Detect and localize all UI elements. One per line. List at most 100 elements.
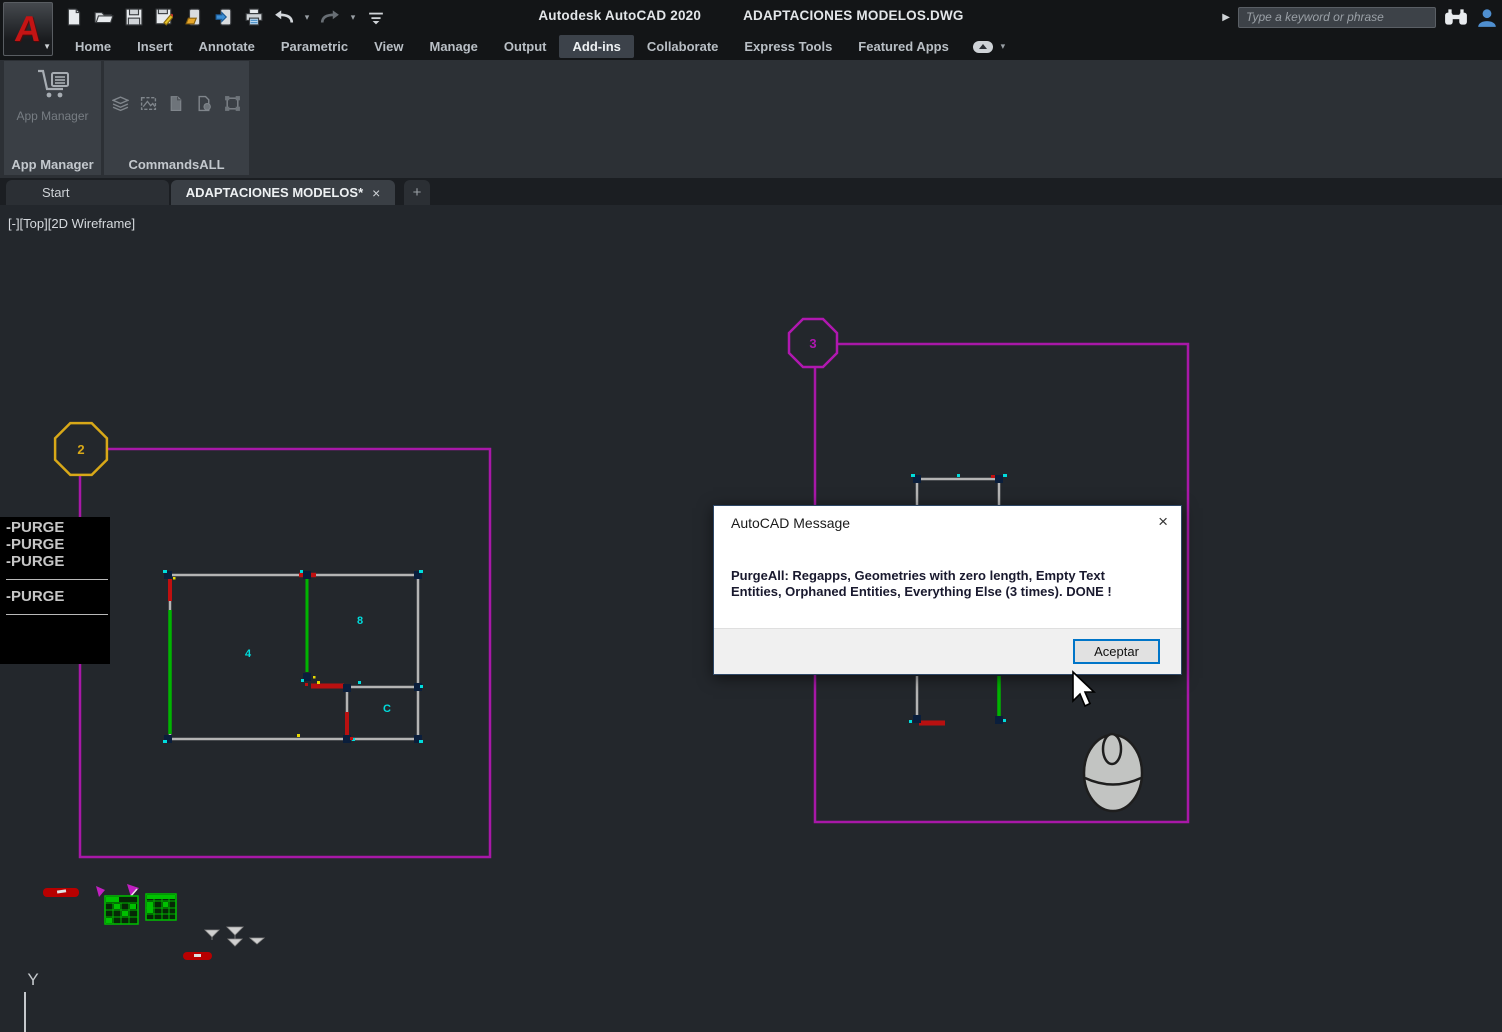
file-tab-bar: Start ADAPTACIONES MODELOS* × + <box>0 178 1502 205</box>
file-tab-start-label: Start <box>42 185 70 200</box>
redo-button[interactable] <box>318 5 342 29</box>
block-symbols-cluster[interactable] <box>43 884 266 960</box>
tab-express-tools[interactable]: Express Tools <box>731 35 845 58</box>
app-title: Autodesk AutoCAD 2020 <box>538 7 702 23</box>
app-store-cart-icon <box>37 69 69 98</box>
save-as-button[interactable] <box>152 5 176 29</box>
room-label-b: 8 <box>357 615 363 627</box>
tab-manage[interactable]: Manage <box>416 35 490 58</box>
autocad-logo-icon: A <box>12 8 44 49</box>
new-file-icon <box>67 8 81 26</box>
file-tab-start[interactable]: Start <box>6 180 169 205</box>
open-folder-icon <box>94 12 114 24</box>
dialog-message: PurgeAll: Regapps, Geometries with zero … <box>731 568 1112 599</box>
ribbon-state-caret-icon[interactable]: ▾ <box>998 41 1008 52</box>
new-drawing-tab-button[interactable]: + <box>404 180 430 205</box>
undo-caret-icon[interactable]: ▾ <box>302 12 312 23</box>
redo-icon <box>320 10 339 23</box>
dialog-title-text: AutoCAD Message <box>731 514 851 531</box>
tab-view[interactable]: View <box>361 35 416 58</box>
command-line-entry: -PURGE <box>6 588 65 605</box>
zone-3-number: 3 <box>809 336 816 351</box>
document-title: ADAPTACIONES MODELOS.DWG <box>743 7 964 23</box>
search-input[interactable] <box>1238 6 1436 28</box>
floor-plan-left[interactable]: 4 8 C <box>163 570 423 743</box>
mobile-save-icon <box>215 8 232 26</box>
sign-in-user-icon[interactable] <box>1476 7 1498 27</box>
command-line-entry: -PURGE <box>6 553 65 570</box>
zone-octagon-2[interactable]: 2 <box>53 421 109 477</box>
tab-add-ins[interactable]: Add-ins <box>559 35 634 58</box>
ribbon-state-icon <box>972 40 993 53</box>
viewport-controls[interactable]: [-][Top][2D Wireframe] <box>8 216 135 231</box>
save-as-icon <box>155 8 173 26</box>
tab-insert[interactable]: Insert <box>124 35 185 58</box>
save-to-mobile-button[interactable] <box>212 5 236 29</box>
tab-featured-apps[interactable]: Featured Apps <box>845 35 962 58</box>
file-tab-active-document[interactable]: ADAPTACIONES MODELOS* × <box>171 180 395 205</box>
mouse-cursor <box>1070 670 1100 717</box>
title-bar: A ▼ ▾ ▾ Autodesk AutoCAD 2020 ADAPTACION… <box>0 0 1502 60</box>
app-manager-button-label: App Manager <box>16 109 89 123</box>
tab-collaborate[interactable]: Collaborate <box>634 35 732 58</box>
room-label-c: C <box>383 703 391 715</box>
drawing-area[interactable]: [-][Top][2D Wireframe] 2 3 4 8 C Y -PURG… <box>0 205 1502 1032</box>
save-button[interactable] <box>122 5 146 29</box>
zone-octagon-3[interactable]: 3 <box>787 317 839 369</box>
ucs-y-axis-label: Y <box>27 970 38 989</box>
open-from-mobile-button[interactable] <box>182 5 206 29</box>
panel-label-commands-all[interactable]: CommandsALL <box>104 157 249 172</box>
save-icon <box>125 8 143 26</box>
redo-caret-icon[interactable]: ▾ <box>348 12 358 23</box>
search-binoculars-icon[interactable] <box>1444 7 1468 27</box>
app-manager-button[interactable]: App Manager <box>4 65 101 149</box>
panel-label-app-manager[interactable]: App Manager <box>4 157 101 172</box>
file-tab-close-icon[interactable]: × <box>372 185 380 201</box>
command-history-overlay: -PURGE -PURGE -PURGE -PURGE <box>0 517 110 664</box>
mouse-illustration <box>1082 732 1144 813</box>
tab-home[interactable]: Home <box>62 35 124 58</box>
ribbon-tab-bar: Home Insert Annotate Parametric View Man… <box>62 33 1008 60</box>
ribbon-panel-area: App Manager App Manager CommandsALL <box>0 60 1502 178</box>
customize-qat-button[interactable] <box>364 5 388 29</box>
zone-2-number: 2 <box>77 442 84 457</box>
file-copy-icon[interactable] <box>168 95 185 112</box>
command-line-entry: -PURGE <box>6 519 65 536</box>
search-expander-icon[interactable]: ▶ <box>1222 12 1230 23</box>
panel-app-manager: App Manager App Manager <box>4 61 101 175</box>
plot-button[interactable] <box>242 5 266 29</box>
dialog-body: PurgeAll: Regapps, Geometries with zero … <box>714 539 1181 630</box>
undo-button[interactable] <box>272 5 296 29</box>
file-tab-doc-label: ADAPTACIONES MODELOS* <box>185 185 364 200</box>
dialog-close-icon[interactable]: × <box>1158 513 1168 530</box>
customize-icon <box>369 12 383 25</box>
cursor-arrow-icon <box>1072 670 1096 708</box>
file-gear-icon[interactable] <box>196 95 213 112</box>
open-file-button[interactable] <box>92 5 116 29</box>
panel-commands-all: CommandsALL <box>104 61 249 175</box>
aceptar-button[interactable]: Aceptar <box>1073 639 1160 664</box>
ribbon-display-toggle[interactable]: ▾ <box>972 40 1008 54</box>
mobile-open-icon <box>185 8 201 26</box>
dialog-footer: Aceptar <box>714 628 1181 674</box>
new-tab-plus-icon: + <box>412 184 422 201</box>
new-file-button[interactable] <box>62 5 86 29</box>
tab-parametric[interactable]: Parametric <box>268 35 361 58</box>
undo-icon <box>275 10 294 23</box>
image-frame-icon[interactable] <box>140 95 157 112</box>
dialog-title-bar[interactable]: AutoCAD Message <box>714 506 1181 539</box>
command-separator <box>6 579 108 580</box>
tab-annotate[interactable]: Annotate <box>186 35 268 58</box>
command-separator <box>6 614 108 615</box>
quick-access-toolbar: ▾ ▾ <box>62 4 388 30</box>
layer-stack-icon[interactable] <box>112 95 129 112</box>
infocenter: ▶ <box>1222 5 1498 29</box>
room-label-a: 4 <box>245 648 252 660</box>
command-line-entry: -PURGE <box>6 536 65 553</box>
boundary-icon[interactable] <box>224 95 241 112</box>
printer-icon <box>245 8 263 26</box>
app-menu-caret-icon: ▼ <box>43 42 51 51</box>
tab-output[interactable]: Output <box>491 35 560 58</box>
zone-rectangle-2[interactable] <box>78 447 492 859</box>
app-menu-button[interactable]: A ▼ <box>3 2 53 56</box>
